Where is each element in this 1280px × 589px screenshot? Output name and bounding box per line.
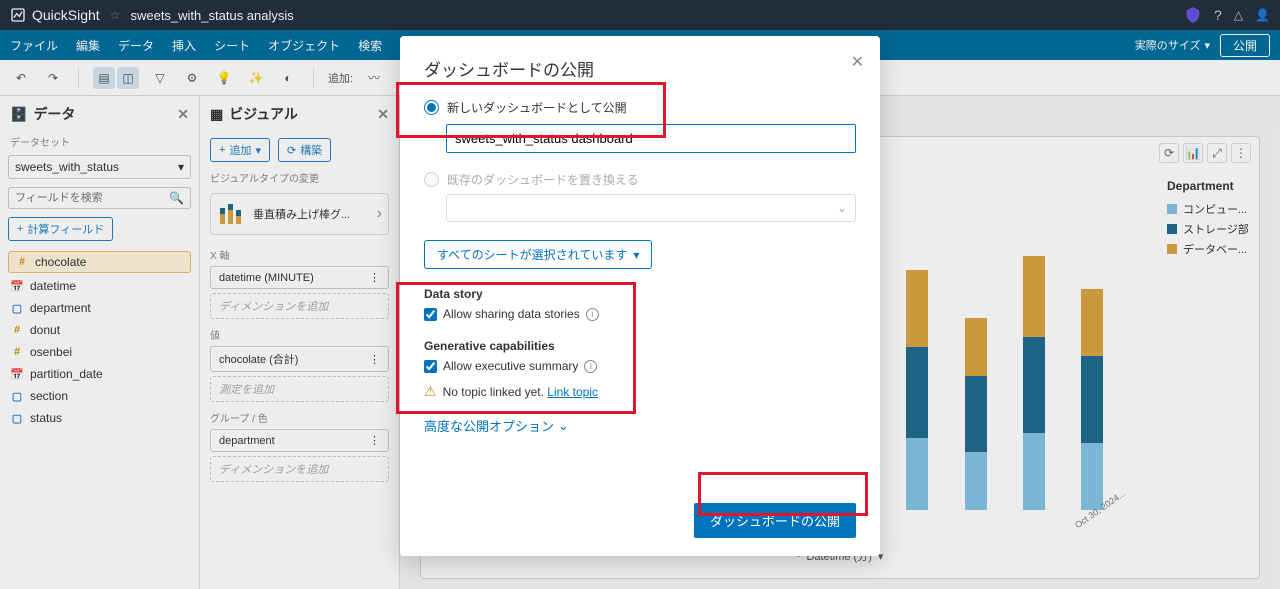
modal-title: ダッシュボードの公開: [424, 56, 856, 81]
advanced-options-toggle[interactable]: 高度な公開オプション⌄: [424, 416, 856, 435]
data-story-heading: Data story: [424, 287, 856, 301]
generative-heading: Generative capabilities: [424, 339, 856, 353]
info-icon[interactable]: i: [586, 308, 599, 321]
publish-dashboard-button[interactable]: ダッシュボードの公開: [694, 503, 856, 538]
allow-data-story-checkbox[interactable]: [424, 308, 437, 321]
publish-dashboard-modal: ✕ ダッシュボードの公開 新しいダッシュボードとして公開 既存のダッシュボードを…: [400, 36, 880, 556]
warning-icon: ⚠: [424, 383, 437, 400]
sheet-select-dropdown[interactable]: すべてのシートが選択されています▾: [424, 240, 652, 269]
info-icon[interactable]: i: [584, 360, 597, 373]
replace-dashboard-select[interactable]: ⌄: [446, 194, 856, 222]
radio-new-dashboard[interactable]: [424, 100, 439, 115]
chevron-down-icon: ⌄: [558, 418, 569, 434]
radio-replace-label: 既存のダッシュボードを置き換える: [447, 171, 639, 188]
allow-exec-summary-label: Allow executive summary: [443, 359, 578, 373]
chevron-down-icon: ⌄: [837, 201, 847, 215]
dashboard-name-input[interactable]: [446, 124, 856, 153]
modal-close-icon[interactable]: ✕: [851, 52, 864, 72]
warning-text: No topic linked yet. Link topic: [443, 385, 598, 399]
chevron-down-icon: ▾: [633, 248, 639, 262]
radio-replace-dashboard[interactable]: [424, 172, 439, 187]
allow-data-story-label: Allow sharing data stories: [443, 307, 580, 321]
link-topic-link[interactable]: Link topic: [547, 385, 598, 399]
allow-exec-summary-checkbox[interactable]: [424, 360, 437, 373]
radio-new-label[interactable]: 新しいダッシュボードとして公開: [447, 99, 627, 116]
